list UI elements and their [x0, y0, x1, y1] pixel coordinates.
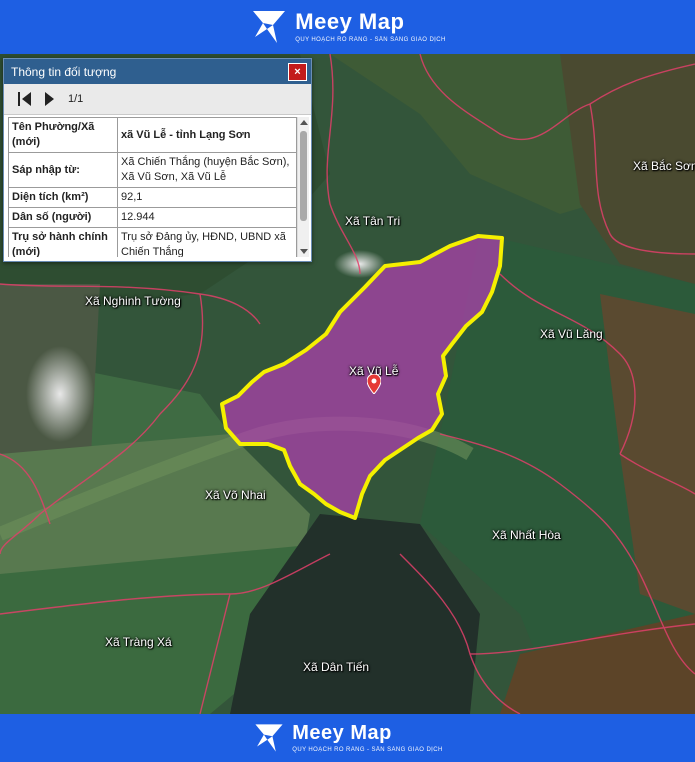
brand-tagline: QUY HOẠCH RÕ RÀNG - SẴN SÀNG GIAO DỊCH: [292, 747, 443, 753]
row-value: xã Vũ Lễ - tỉnh Lạng Sơn: [117, 117, 297, 153]
label-trang-xa: Xã Tràng Xá: [105, 635, 172, 649]
label-tan-tri: Xã Tân Tri: [345, 214, 401, 228]
row-key: Tên Phường/Xã (mới): [8, 117, 118, 153]
brand-tagline: QUY HOẠCH RÕ RÀNG - SẴN SÀNG GIAO DỊCH: [295, 37, 446, 43]
next-button[interactable]: [45, 92, 54, 106]
info-table: Tên Phường/Xã (mới) xã Vũ Lễ - tỉnh Lạng…: [8, 117, 297, 257]
row-value: 92,1: [117, 187, 297, 208]
meey-logo-icon: [253, 11, 286, 43]
info-table-viewport[interactable]: Tên Phường/Xã (mới) xã Vũ Lễ - tỉnh Lạng…: [8, 117, 298, 257]
brand-name: Meey Map: [292, 722, 392, 744]
label-nghinh-tuong: Xã Nghinh Tường: [85, 294, 181, 308]
row-key: Dân số (người): [8, 207, 118, 228]
table-row: Dân số (người) 12.944: [8, 207, 297, 228]
label-bac-son: Xã Bắc Sơn: [633, 159, 695, 173]
prev-bar-icon: [18, 92, 20, 106]
meey-logo-icon: [255, 724, 283, 752]
top-banner: Meey Map QUY HOẠCH RÕ RÀNG - SẴN SÀNG GI…: [0, 0, 695, 54]
table-row: Trụ sở hành chính (mới) Trụ sở Đảng ủy, …: [8, 227, 297, 257]
row-value: Xã Chiến Thắng (huyện Bắc Sơn), Xã Vũ Sơ…: [117, 152, 297, 188]
row-value: 12.944: [117, 207, 297, 228]
location-pin-icon[interactable]: [367, 374, 381, 394]
label-nhat-hoa: Xã Nhất Hòa: [492, 528, 561, 542]
label-dan-tien: Xã Dân Tiến: [303, 660, 370, 674]
previous-button[interactable]: [18, 92, 31, 106]
panel-pager: 1/1: [4, 84, 311, 115]
scroll-down-icon[interactable]: [300, 249, 308, 254]
object-info-panel: Thông tin đối tượng × 1/1 Tên Phường/Xã …: [3, 58, 312, 262]
row-key: Diện tích (km²): [8, 187, 118, 208]
scrollbar-thumb[interactable]: [300, 131, 307, 221]
brand-name: Meey Map: [295, 9, 405, 34]
table-row: Sáp nhập từ: Xã Chiến Thắng (huyện Bắc S…: [8, 152, 297, 188]
label-vo-nhai: Xã Võ Nhai: [205, 488, 266, 502]
page-indicator: 1/1: [68, 93, 84, 105]
table-scrollbar[interactable]: [297, 117, 309, 257]
table-row: Diện tích (km²) 92,1: [8, 187, 297, 208]
row-value: Trụ sở Đảng ủy, HĐND, UBND xã Chiến Thắn…: [117, 227, 297, 257]
scroll-up-icon[interactable]: [300, 120, 308, 125]
table-row: Tên Phường/Xã (mới) xã Vũ Lễ - tỉnh Lạng…: [8, 117, 297, 153]
bottom-banner: Meey Map QUY HOẠCH RÕ RÀNG - SẴN SÀNG GI…: [0, 714, 695, 762]
label-vu-lang: Xã Vũ Lăng: [540, 327, 603, 341]
triangle-right-icon: [45, 92, 54, 106]
triangle-left-icon: [22, 92, 31, 106]
panel-title: Thông tin đối tượng: [11, 64, 117, 79]
close-button[interactable]: ×: [288, 62, 307, 81]
row-key: Trụ sở hành chính (mới): [8, 227, 118, 257]
row-key: Sáp nhập từ:: [8, 152, 118, 188]
panel-header: Thông tin đối tượng ×: [4, 59, 311, 84]
brand-logo: Meey Map QUY HOẠCH RÕ RÀNG - SẴN SÀNG GI…: [249, 7, 445, 47]
brand-logo-bottom: Meey Map QUY HOẠCH RÕ RÀNG - SẴN SÀNG GI…: [252, 721, 442, 755]
